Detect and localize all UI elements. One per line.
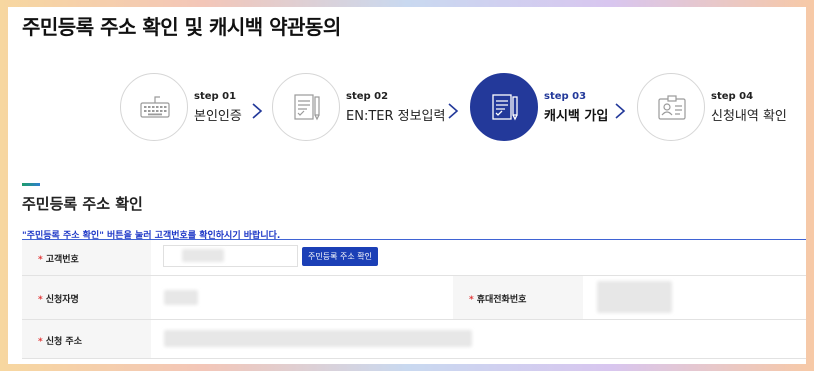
customer-number-label: * 고객번호	[38, 255, 79, 265]
step-4-number: step 04	[711, 91, 754, 102]
document-pen-icon	[492, 94, 518, 121]
step-3-number: step 03	[544, 91, 587, 102]
mobile-phone-label: * 휴대전화번호	[469, 295, 527, 305]
step-1-circle	[120, 73, 188, 141]
form-row-address: * 신청 주소	[22, 320, 806, 359]
redacted-value	[182, 249, 224, 262]
form-row-applicant: * 신청자명 * 휴대전화번호	[22, 276, 806, 320]
section-accent-bar	[22, 183, 40, 186]
step-3-label: 캐시백 가입	[544, 109, 609, 124]
customer-number-input[interactable]	[163, 245, 298, 267]
step-4-label: 신청내역 확인	[711, 109, 787, 124]
required-mark: *	[38, 255, 43, 265]
page-title: 주민등록 주소 확인 및 캐시백 약관동의	[22, 15, 341, 39]
applicant-name-value	[164, 290, 198, 305]
chevron-right-icon	[252, 103, 263, 119]
form-row-customer-number: * 고객번호 주민등록 주소 확인	[22, 240, 806, 276]
step-3-circle	[470, 73, 538, 141]
chevron-right-icon	[615, 103, 626, 119]
chevron-right-icon	[448, 103, 459, 119]
page-frame: 주민등록 주소 확인 및 캐시백 약관동의 step 01 본인인증 step …	[8, 7, 806, 364]
address-value	[164, 330, 472, 347]
step-2-label: EN:TER 정보입력	[346, 109, 446, 124]
step-1-label: 본인인증	[194, 109, 242, 124]
address-label: * 신청 주소	[38, 337, 82, 347]
section-title: 주민등록 주소 확인	[22, 195, 143, 213]
step-2-number: step 02	[346, 91, 389, 102]
step-1-number: step 01	[194, 91, 237, 102]
step-4-circle	[637, 73, 705, 141]
keyboard-icon	[140, 96, 170, 118]
document-pen-icon	[294, 94, 320, 121]
step-2-circle	[272, 73, 340, 141]
id-card-icon	[658, 95, 686, 120]
address-verify-button[interactable]: 주민등록 주소 확인	[302, 247, 378, 266]
mobile-phone-value	[597, 281, 672, 313]
address-form: * 고객번호 주민등록 주소 확인 * 신청자명 * 휴대전화번호 * 신청 주소	[22, 239, 806, 359]
applicant-name-label: * 신청자명	[38, 295, 79, 305]
